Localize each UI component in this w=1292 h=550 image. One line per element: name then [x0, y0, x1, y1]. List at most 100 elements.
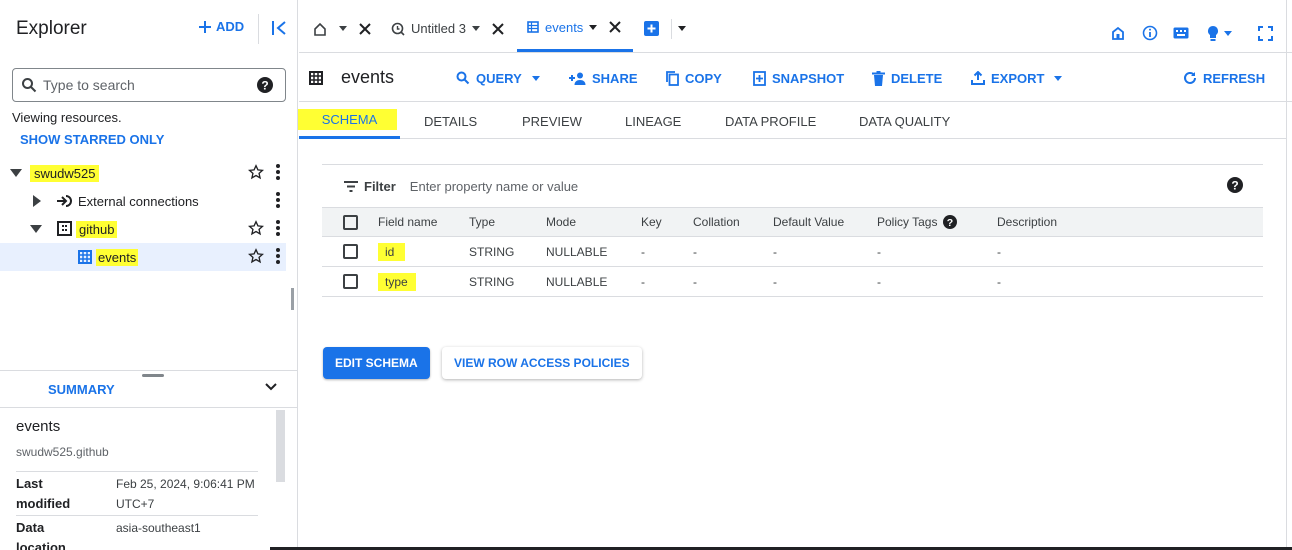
copy-button[interactable]: COPY: [666, 54, 722, 102]
fullscreen-icon[interactable]: [1258, 26, 1273, 41]
refresh-icon: [1184, 71, 1196, 84]
delete-label: DELETE: [891, 70, 943, 86]
tab-home[interactable]: [313, 5, 371, 52]
more-vert-icon[interactable]: [276, 248, 280, 264]
help-icon[interactable]: ?: [943, 215, 958, 229]
lightbulb-icon[interactable]: [1207, 25, 1219, 42]
tab-data-profile[interactable]: DATA PROFILE: [725, 103, 816, 139]
tab-lineage[interactable]: LINEAGE: [625, 103, 681, 139]
export-label: EXPORT: [991, 70, 1045, 86]
column-header[interactable]: Type: [469, 207, 546, 237]
column-header[interactable]: Collation: [693, 207, 773, 237]
show-starred-only-link[interactable]: SHOW STARRED ONLY: [20, 132, 164, 147]
table-cell: -: [997, 236, 1263, 267]
add-button[interactable]: ADD: [198, 19, 244, 34]
edit-schema-button[interactable]: EDIT SCHEMA: [323, 347, 430, 379]
info-icon[interactable]: [1142, 25, 1158, 41]
row-checkbox[interactable]: [343, 274, 358, 289]
tree-item-table[interactable]: events: [0, 243, 286, 271]
copy-icon: [666, 70, 679, 86]
search-input[interactable]: [43, 77, 253, 93]
more-vert-icon[interactable]: [276, 220, 280, 236]
tab-data-quality[interactable]: DATA QUALITY: [859, 103, 950, 139]
field-name-cell: type: [378, 266, 469, 297]
caret-down-icon[interactable]: [471, 26, 480, 31]
home-outline-icon[interactable]: [1111, 26, 1125, 40]
select-all-checkbox[interactable]: [343, 214, 358, 230]
view-row-access-policies-button[interactable]: VIEW ROW ACCESS POLICIES: [442, 347, 642, 379]
more-vert-icon[interactable]: [276, 164, 280, 180]
tab-untitled[interactable]: Untitled 3: [391, 5, 504, 52]
summary-value: asia-southeast1: [116, 521, 201, 535]
caret-down-icon: [531, 75, 540, 81]
tree-item-label: github: [76, 221, 118, 238]
delete-button[interactable]: DELETE: [872, 54, 942, 102]
column-header-label: Policy Tags: [877, 215, 938, 229]
divider: [671, 18, 672, 39]
schema-table-card: Filter ? Field name Type Mode Key Collat…: [322, 164, 1263, 297]
viewing-resources-text: Viewing resources.: [12, 110, 122, 125]
column-header-policy-tags[interactable]: Policy Tags ?: [877, 207, 997, 237]
caret-down-icon[interactable]: [339, 26, 347, 31]
tab-details[interactable]: DETAILS: [424, 103, 477, 139]
keyboard-icon[interactable]: [1173, 27, 1189, 39]
collapse-panel-button[interactable]: [270, 18, 288, 38]
column-header[interactable]: Description: [997, 207, 1263, 237]
tab-preview[interactable]: PREVIEW: [522, 103, 582, 139]
tree-item-project[interactable]: swudw525: [0, 159, 286, 187]
resource-title: events: [341, 67, 395, 87]
help-icon[interactable]: ?: [1227, 177, 1243, 193]
caret-down-icon[interactable]: [678, 26, 686, 31]
caret-right-icon[interactable]: [33, 195, 41, 207]
tree-item-label: swudw525: [30, 165, 100, 182]
table-cell: NULLABLE: [546, 266, 641, 297]
export-button[interactable]: EXPORT: [971, 54, 1063, 102]
person-add-icon: [569, 72, 586, 85]
star-icon[interactable]: [248, 164, 264, 180]
query-button[interactable]: QUERY: [456, 54, 540, 102]
caret-down-icon[interactable]: [1224, 31, 1232, 36]
new-tab-button[interactable]: [644, 5, 686, 52]
plus-icon: [199, 20, 211, 33]
table-cell: -: [773, 236, 877, 267]
tab-schema[interactable]: SCHEMA: [297, 103, 400, 139]
tab-events[interactable]: events: [517, 5, 634, 52]
row-actions: [248, 220, 280, 236]
divider: [16, 515, 258, 516]
summary-toggle[interactable]: SUMMARY: [48, 382, 115, 397]
table-cell: -: [641, 266, 693, 297]
row-select-cell: [322, 266, 378, 297]
drag-handle[interactable]: [142, 374, 164, 377]
divider: [16, 471, 258, 472]
more-vert-icon[interactable]: [276, 192, 280, 208]
column-header[interactable]: Field name: [378, 207, 469, 237]
trash-icon: [872, 70, 885, 86]
help-icon[interactable]: ?: [257, 77, 273, 93]
star-icon[interactable]: [248, 220, 264, 236]
refresh-button[interactable]: REFRESH: [1183, 54, 1265, 102]
close-icon[interactable]: [492, 22, 504, 35]
explorer-title: Explorer: [16, 18, 87, 39]
share-button[interactable]: SHARE: [569, 54, 638, 102]
table-row[interactable]: id STRING NULLABLE - - - - -: [322, 236, 1263, 267]
table-row[interactable]: type STRING NULLABLE - - - - -: [322, 266, 1263, 297]
caret-down-icon[interactable]: [589, 24, 598, 30]
column-header[interactable]: Key: [641, 207, 693, 237]
close-icon[interactable]: [359, 22, 371, 35]
filter-input[interactable]: [409, 178, 910, 194]
star-icon[interactable]: [248, 248, 264, 264]
tree-item-external-connections[interactable]: External connections: [0, 187, 286, 215]
summary-scrollbar[interactable]: [276, 410, 285, 482]
tree-item-dataset[interactable]: github: [0, 215, 286, 243]
row-actions: [248, 248, 280, 264]
chevron-down-icon[interactable]: [264, 380, 278, 394]
column-header[interactable]: Default Value: [773, 207, 877, 237]
panel-resize-handle[interactable]: [291, 288, 294, 310]
row-checkbox[interactable]: [343, 244, 358, 259]
search-icon: [22, 78, 37, 93]
column-header[interactable]: Mode: [546, 207, 641, 237]
snapshot-button[interactable]: SNAPSHOT: [753, 54, 844, 102]
close-icon[interactable]: [609, 21, 622, 33]
caret-down-icon[interactable]: [10, 169, 22, 177]
caret-down-icon[interactable]: [30, 225, 42, 233]
